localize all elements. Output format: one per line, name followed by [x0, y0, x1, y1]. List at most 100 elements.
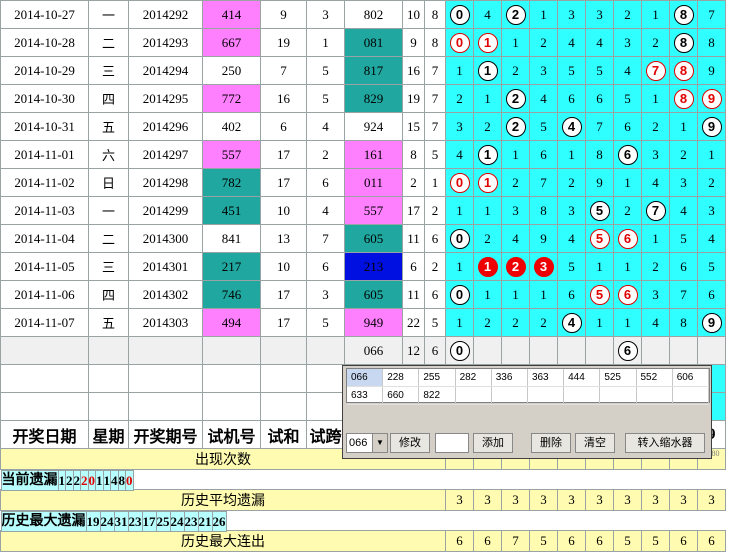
digit-cell: 1	[445, 308, 474, 337]
digit-cell: 6	[529, 140, 558, 169]
digit-cell: 7	[641, 196, 670, 225]
draw-issue: 2014295	[128, 84, 203, 113]
weekday: 三	[88, 56, 129, 85]
delete-button[interactable]: 删除	[531, 433, 571, 453]
test-sum: 17	[260, 168, 307, 197]
digit-cell: 1	[473, 280, 502, 309]
list-item[interactable]: 363	[527, 369, 565, 387]
test-sum: 17	[260, 308, 307, 337]
chevron-down-icon[interactable]: ▼	[372, 434, 387, 452]
draw-date: 2014-10-27	[0, 0, 89, 29]
draw-issue: 2014293	[128, 28, 203, 57]
digit-cell: 1	[557, 140, 586, 169]
test-number: 782	[202, 168, 261, 197]
stat-value: 5	[613, 530, 642, 552]
digit-cell: 3	[641, 280, 670, 309]
hit-number-circle: 0	[449, 172, 470, 193]
list-item[interactable]	[563, 386, 601, 405]
test-span: 6	[306, 168, 345, 197]
list-item[interactable]: 552	[636, 369, 673, 387]
stat-value: 3	[529, 489, 558, 511]
test-number: 451	[202, 196, 261, 225]
number-input[interactable]	[435, 433, 469, 453]
predicted-sum: 12	[402, 336, 425, 365]
draw-number: 802	[344, 0, 403, 29]
test-sum: 9	[260, 0, 307, 29]
list-item[interactable]: 606	[672, 369, 710, 387]
list-item[interactable]: 525	[599, 369, 637, 387]
list-item[interactable]: 282	[455, 369, 492, 387]
list-item[interactable]: 633	[347, 386, 384, 405]
digit-cell: 5	[697, 252, 726, 281]
list-item[interactable]: 822	[418, 386, 456, 405]
list-item[interactable]: 660	[382, 386, 420, 405]
table-row: 2014-11-04 二 2014300 841 13 7 605 11 6 0 2 4 9 4 5 6 1 5 4	[0, 224, 726, 253]
test-sum: 19	[260, 28, 307, 57]
digit-cell: 6	[697, 280, 726, 309]
digit-cell: 1	[641, 84, 670, 113]
column-header: 开奖日期	[0, 420, 89, 449]
list-item[interactable]	[636, 386, 673, 405]
digit-cell: 4	[473, 0, 502, 29]
stat-value: 5	[641, 530, 670, 552]
stat-value: 1	[57, 470, 66, 491]
hit-number-circle: 8	[673, 32, 694, 53]
hit-number-circle: 1	[477, 32, 498, 53]
list-item[interactable]: 066	[347, 369, 384, 387]
draw-issue: 2014302	[128, 280, 203, 309]
list-item[interactable]	[672, 386, 710, 405]
test-number: 414	[202, 0, 261, 29]
digit-cell: 1	[445, 56, 474, 85]
add-button[interactable]: 添加	[473, 433, 513, 453]
digit-cell: 2	[529, 28, 558, 57]
digit-cell: 5	[557, 252, 586, 281]
list-item[interactable]	[455, 386, 492, 405]
digit-cell: 1	[529, 280, 558, 309]
list-item[interactable]: 228	[382, 369, 420, 387]
sum-value: 17	[402, 196, 425, 225]
digit-cell: 1	[501, 140, 530, 169]
digit-cell: 1	[613, 252, 642, 281]
list-item[interactable]: 255	[418, 369, 456, 387]
stat-row: 历史最大遗漏 19 24 31 23 17 25 24 23 21 26	[0, 511, 227, 532]
number-combo[interactable]: 066 ▼	[346, 433, 388, 453]
number-list[interactable]: 066 228 255 282 336 363 444 525 552 606 633 660 822	[346, 368, 710, 405]
list-row: 633 660 822	[347, 386, 710, 405]
stat-value: 26	[211, 511, 227, 532]
weekday: 六	[88, 140, 129, 169]
table-row: 2014-11-03 一 2014299 451 10 4 557 17 2 1 1 3 8 3 5 2 7 4 3	[0, 196, 726, 225]
list-item[interactable]	[599, 386, 637, 405]
digit-cell	[641, 336, 670, 365]
column-header: 试和	[260, 420, 307, 449]
list-item[interactable]: 444	[563, 369, 601, 387]
test-span: 3	[306, 0, 345, 29]
span-value: 6	[424, 280, 446, 309]
stat-value: 3	[613, 489, 642, 511]
digit-cell: 3	[529, 56, 558, 85]
empty-cell	[260, 392, 307, 421]
digit-cell: 2	[669, 140, 698, 169]
table-row: 2014-11-02 日 2014298 782 17 6 011 2 1 0 1 2 7 2 9 1 4 3 2	[0, 168, 726, 197]
list-item[interactable]: 336	[491, 369, 528, 387]
empty-cell	[88, 336, 129, 365]
empty-cell	[306, 364, 345, 393]
empty-cell	[0, 392, 89, 421]
list-item[interactable]	[491, 386, 528, 405]
draw-date: 2014-10-31	[0, 112, 89, 141]
stat-value: 25	[155, 511, 171, 532]
draw-number: 605	[344, 280, 403, 309]
hit-number-circle: 2	[505, 4, 526, 25]
digit-cell: 0	[445, 336, 474, 365]
list-item[interactable]	[527, 386, 565, 405]
digit-cell: 6	[557, 84, 586, 113]
digit-cell: 2	[501, 112, 530, 141]
digit-cell: 5	[669, 224, 698, 253]
clear-button[interactable]: 清空	[575, 433, 615, 453]
digit-cell: 9	[697, 84, 726, 113]
shrink-transfer-button[interactable]: 转入缩水器	[625, 433, 705, 453]
digit-cell: 1	[501, 28, 530, 57]
modify-button[interactable]: 修改	[390, 433, 430, 453]
test-span: 7	[306, 224, 345, 253]
test-span: 6	[306, 252, 345, 281]
digit-cell: 5	[585, 224, 614, 253]
